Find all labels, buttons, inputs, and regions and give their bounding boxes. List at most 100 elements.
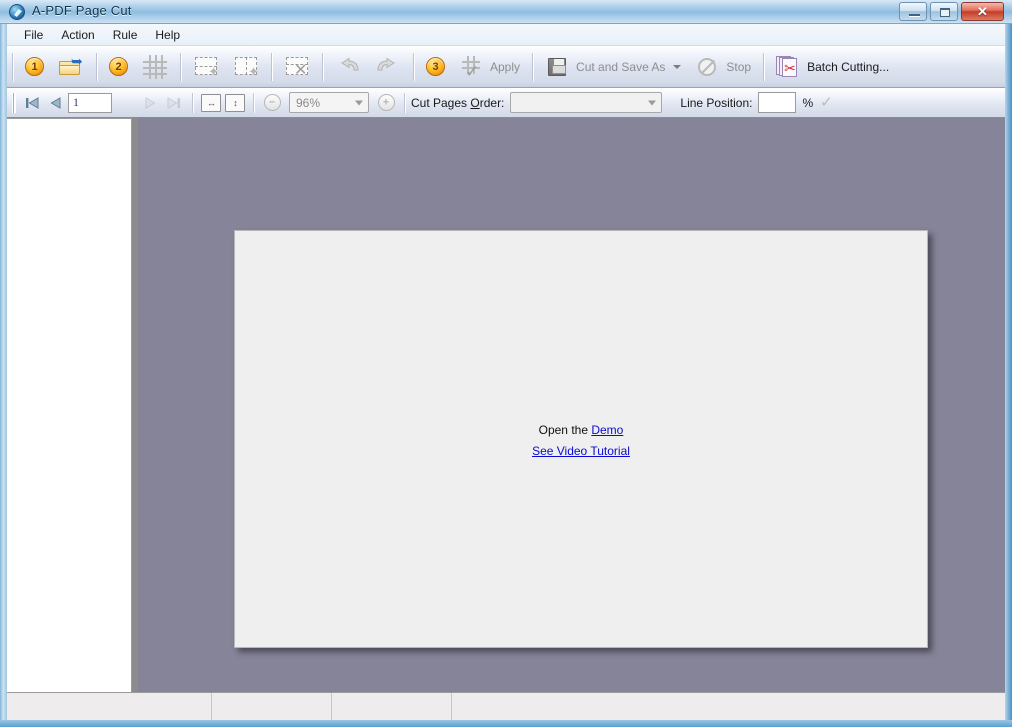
delete-line-icon: ✕ — [284, 54, 310, 80]
main-toolbar: 1 ➥ 2 ✦ ✦ ✕ 3 ✓ Apply Cut and Save As St… — [7, 46, 1005, 88]
minimize-button[interactable] — [899, 2, 927, 21]
chevron-down-icon[interactable] — [355, 100, 363, 105]
close-icon: ✕ — [977, 3, 988, 19]
pdf-page[interactable]: Open the Demo See Video Tutorial — [234, 230, 928, 648]
toolbar-grip[interactable] — [12, 92, 16, 113]
stop-button[interactable]: Stop — [688, 50, 758, 84]
folder-open-icon: ➥ — [58, 54, 84, 80]
demo-link[interactable]: Demo — [591, 423, 623, 437]
zoom-out-icon: − — [263, 94, 281, 111]
open-file-button[interactable]: ➥ — [51, 50, 91, 84]
add-vertical-line-button[interactable]: ✦ — [186, 50, 226, 84]
add-horizontal-line-button[interactable]: ✦ — [226, 50, 266, 84]
set-grid-button[interactable] — [135, 50, 175, 84]
menu-rule[interactable]: Rule — [104, 25, 147, 45]
menu-action[interactable]: Action — [52, 25, 103, 45]
work-area: Open the Demo See Video Tutorial — [7, 118, 1005, 692]
minimize-icon — [909, 14, 920, 17]
toolbar-separator — [96, 52, 97, 81]
client-area: File Action Rule Help 1 ➥ 2 ✦ ✦ ✕ 3 ✓ Ap… — [7, 24, 1005, 720]
page-placeholder-links: Open the Demo See Video Tutorial — [235, 423, 927, 465]
chevron-down-icon[interactable] — [673, 64, 682, 69]
next-page-button[interactable] — [138, 92, 162, 114]
title-bar: A-PDF Page Cut ✕ — [0, 0, 1012, 24]
redo-button[interactable] — [368, 50, 408, 84]
status-cell-1 — [7, 693, 212, 720]
zoom-in-icon: + — [377, 94, 395, 111]
zoom-in-button[interactable]: + — [374, 92, 398, 114]
add-horizontal-line-icon: ✦ — [233, 54, 259, 80]
fit-width-icon: ↔ — [201, 93, 221, 112]
navigation-toolbar: ↔ ↕ − 96% + Cut Pages Order: — [7, 88, 1005, 118]
document-viewport[interactable]: Open the Demo See Video Tutorial — [138, 118, 1005, 692]
previous-page-icon — [50, 96, 61, 109]
redo-arrow-icon — [375, 54, 401, 80]
percent-label: % — [802, 95, 814, 110]
fit-height-icon: ↕ — [225, 93, 245, 112]
delete-line-button[interactable]: ✕ — [277, 50, 317, 84]
fit-height-button[interactable]: ↕ — [223, 92, 247, 114]
line-position-label: Line Position: — [680, 95, 753, 110]
toolbar-separator — [413, 52, 414, 81]
window-border-left — [0, 0, 7, 727]
stop-label: Stop — [726, 59, 752, 74]
toolbar-separator — [192, 92, 193, 113]
stop-icon — [695, 54, 721, 80]
menu-help[interactable]: Help — [146, 25, 189, 45]
add-vertical-line-icon: ✦ — [193, 54, 219, 80]
previous-page-button[interactable] — [44, 92, 68, 114]
batch-cutting-label: Batch Cutting... — [807, 59, 890, 74]
save-floppy-icon — [545, 54, 571, 80]
batch-cutting-button[interactable]: ✂ Batch Cutting... — [769, 50, 896, 84]
line-position-input[interactable] — [758, 92, 797, 113]
grid-icon — [142, 54, 168, 80]
apply-line-position-check-icon[interactable]: ✓ — [820, 95, 833, 110]
toolbar-separator — [271, 52, 272, 81]
apply-label: Apply — [490, 59, 521, 74]
toolbar-separator — [322, 52, 323, 81]
zoom-level-value: 96% — [296, 95, 321, 110]
last-page-button[interactable] — [162, 92, 186, 114]
first-page-button[interactable] — [20, 92, 44, 114]
see-video-tutorial-link[interactable]: See Video Tutorial — [532, 444, 630, 458]
thumbnail-panel[interactable] — [7, 118, 132, 692]
fit-width-button[interactable]: ↔ — [199, 92, 223, 114]
apply-icon: ✓ — [459, 54, 485, 81]
window-title: A-PDF Page Cut — [32, 3, 132, 18]
next-page-icon — [145, 96, 156, 109]
zoom-level-combobox[interactable]: 96% — [289, 92, 369, 113]
video-tutorial-row: See Video Tutorial — [235, 444, 927, 458]
caption-button-group: ✕ — [899, 2, 1004, 21]
maximize-button[interactable] — [930, 2, 958, 21]
open-demo-row: Open the Demo — [235, 423, 927, 437]
page-number-input[interactable] — [68, 92, 112, 113]
last-page-icon — [167, 96, 180, 109]
window-border-right — [1005, 0, 1012, 727]
toolbar-separator — [532, 52, 534, 81]
batch-cutting-icon: ✂ — [776, 54, 802, 80]
step-3-indicator: 3 — [419, 50, 452, 84]
apply-button[interactable]: ✓ Apply — [452, 50, 527, 84]
cut-and-save-as-button[interactable]: Cut and Save As — [538, 50, 688, 84]
step-1-badge-icon: 1 — [25, 57, 44, 76]
menu-file[interactable]: File — [15, 25, 52, 45]
status-bar — [7, 692, 1005, 720]
window-border-bottom — [0, 720, 1012, 727]
chevron-down-icon[interactable] — [648, 100, 657, 105]
step-2-badge-icon: 2 — [109, 57, 128, 76]
undo-button[interactable] — [328, 50, 368, 84]
zoom-out-button[interactable]: − — [260, 92, 284, 114]
undo-arrow-icon — [335, 54, 361, 80]
first-page-icon — [26, 96, 39, 109]
cut-pages-order-combobox[interactable] — [510, 92, 663, 113]
close-button[interactable]: ✕ — [961, 2, 1004, 21]
toolbar-separator — [253, 92, 254, 113]
app-icon — [9, 4, 25, 20]
status-cell-4 — [452, 693, 1005, 720]
toolbar-separator — [12, 52, 13, 81]
status-cell-3 — [332, 693, 452, 720]
menu-bar: File Action Rule Help — [7, 24, 1005, 46]
step-2-indicator: 2 — [102, 50, 135, 84]
toolbar-separator — [180, 52, 181, 81]
toolbar-separator — [763, 52, 765, 81]
